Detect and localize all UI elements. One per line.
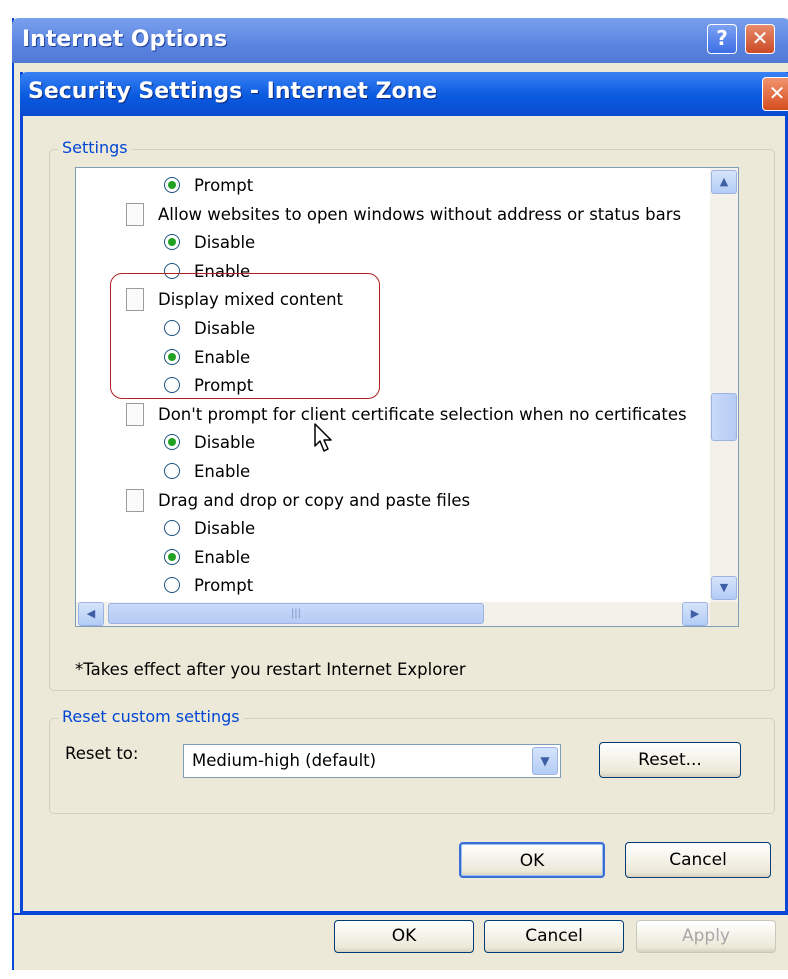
document-icon — [126, 202, 144, 226]
security-settings-titlebar[interactable]: Security Settings - Internet Zone ✕ — [20, 72, 788, 116]
radio-unchecked-icon[interactable] — [164, 520, 180, 537]
scroll-right-icon[interactable]: ▶ — [682, 602, 708, 626]
radio-option[interactable]: Enable — [76, 458, 710, 486]
radio-checked-icon[interactable] — [164, 434, 180, 451]
radio-label: Prompt — [194, 576, 254, 596]
radio-label: Disable — [194, 519, 256, 539]
horizontal-scrollbar[interactable]: ◀ ||| ▶ — [76, 602, 710, 626]
radio-label: Disable — [194, 233, 256, 253]
reset-level-value: Medium-high (default) — [192, 751, 377, 770]
security-settings-dialog: Security Settings - Internet Zone ✕ Sett… — [20, 72, 788, 914]
dialog-close-icon[interactable]: ✕ — [762, 77, 788, 111]
ok-button[interactable]: OK — [459, 842, 605, 878]
radio-label: Disable — [194, 433, 256, 453]
document-icon — [126, 402, 144, 426]
setting-label: Drag and drop or copy and paste files — [158, 490, 471, 510]
reset-level-select[interactable]: Medium-high (default) ▼ — [183, 744, 561, 778]
scroll-up-icon[interactable]: ▲ — [711, 170, 737, 194]
document-icon — [126, 488, 144, 512]
outer-cancel-button[interactable]: Cancel — [484, 920, 624, 953]
radio-option[interactable]: Prompt — [76, 172, 710, 200]
radio-checked-icon[interactable] — [164, 548, 180, 565]
setting-item: Allow websites to open windows without a… — [76, 201, 710, 229]
mouse-cursor-icon — [314, 423, 332, 452]
scroll-down-icon[interactable]: ▼ — [711, 576, 737, 600]
vertical-scroll-thumb[interactable] — [711, 393, 737, 441]
cancel-button[interactable]: Cancel — [625, 842, 771, 878]
reset-group-label: Reset custom settings — [58, 707, 244, 726]
internet-options-titlebar[interactable]: Internet Options ? ✕ — [12, 18, 788, 63]
radio-option[interactable]: Disable — [76, 229, 710, 257]
setting-label: Allow websites to open windows without a… — [158, 204, 682, 224]
radio-option[interactable]: Disable — [76, 429, 710, 457]
vertical-scrollbar[interactable]: ▲ ▼ — [710, 168, 738, 602]
settings-group-label: Settings — [58, 138, 132, 157]
settings-listbox[interactable]: Prompt Allow websites to open windows wit… — [75, 167, 739, 627]
scrollbar-corner — [710, 602, 738, 626]
radio-label: Enable — [194, 462, 251, 481]
chevron-down-icon[interactable]: ▼ — [532, 747, 558, 775]
radio-label: Enable — [194, 547, 251, 567]
horizontal-scroll-thumb[interactable]: ||| — [108, 603, 484, 624]
setting-label: Don't prompt for client certificate sele… — [158, 404, 687, 424]
radio-unchecked-icon[interactable] — [164, 577, 180, 594]
highlight-annotation — [110, 273, 380, 399]
window-title: Internet Options — [22, 27, 228, 52]
radio-unchecked-icon[interactable] — [164, 463, 180, 479]
setting-item: Drag and drop or copy and paste files — [76, 487, 710, 515]
outer-ok-button[interactable]: OK — [334, 920, 474, 953]
apply-button[interactable]: Apply — [636, 920, 776, 953]
dialog-title: Security Settings - Internet Zone — [28, 79, 438, 104]
help-button[interactable]: ? — [707, 24, 737, 54]
radio-checked-icon[interactable] — [164, 234, 180, 251]
radio-option[interactable]: Enable — [76, 544, 710, 572]
scroll-left-icon[interactable]: ◀ — [78, 602, 104, 626]
radio-label: Prompt — [194, 176, 254, 195]
reset-button[interactable]: Reset... — [599, 742, 741, 778]
radio-option[interactable]: Disable — [76, 515, 710, 543]
radio-option[interactable]: Prompt — [76, 572, 710, 600]
outer-button-bar: OK Cancel Apply — [14, 913, 788, 970]
setting-item: Don't prompt for client certificate sele… — [76, 401, 710, 429]
restart-note: *Takes effect after you restart Internet… — [75, 660, 466, 679]
radio-checked-icon[interactable] — [164, 177, 180, 193]
reset-to-label: Reset to: — [65, 744, 139, 763]
close-icon[interactable]: ✕ — [745, 24, 775, 54]
